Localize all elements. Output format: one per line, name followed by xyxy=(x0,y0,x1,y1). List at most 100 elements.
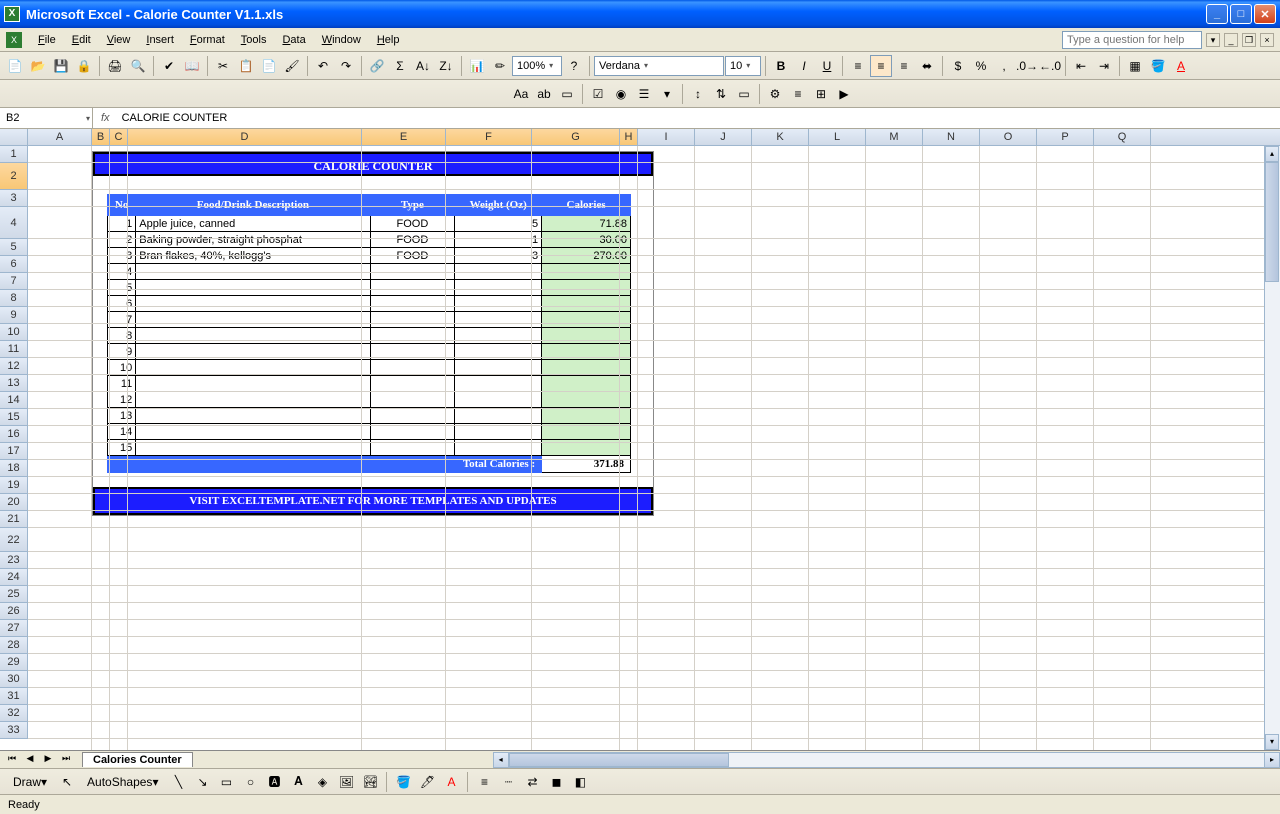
decrease-indent-icon[interactable]: ⇤ xyxy=(1070,55,1092,77)
line-color-icon[interactable]: 🖊 xyxy=(416,771,438,793)
fx-icon[interactable]: fx xyxy=(93,112,118,124)
italic-button[interactable]: I xyxy=(793,55,815,77)
menu-window[interactable]: Window xyxy=(314,31,369,49)
groupbox-icon[interactable]: ▭ xyxy=(556,83,578,105)
row-header-4[interactable]: 4 xyxy=(0,207,28,239)
scroll-right-button[interactable]: ▸ xyxy=(1264,752,1280,768)
table-row[interactable]: 2Baking powder, straight phosphatFOOD130… xyxy=(108,232,631,248)
col-header-K[interactable]: K xyxy=(752,129,809,145)
font-name-combo[interactable]: Verdana▾ xyxy=(594,56,724,76)
menu-format[interactable]: Format xyxy=(182,31,233,49)
rectangle-icon[interactable]: ▭ xyxy=(215,771,237,793)
col-header-H[interactable]: H xyxy=(620,129,638,145)
increase-indent-icon[interactable]: ⇥ xyxy=(1093,55,1115,77)
tab-prev-button[interactable]: ◀ xyxy=(22,753,38,767)
row-header-30[interactable]: 30 xyxy=(0,671,28,688)
table-row[interactable]: 13 xyxy=(108,408,631,424)
button-icon[interactable]: ▭ xyxy=(733,83,755,105)
font-color-icon[interactable]: A xyxy=(1170,55,1192,77)
arrow-icon[interactable]: ↘ xyxy=(191,771,213,793)
row-header-2[interactable]: 2 xyxy=(0,163,28,190)
redo-icon[interactable]: ↷ xyxy=(335,55,357,77)
row-header-19[interactable]: 19 xyxy=(0,477,28,494)
col-header-A[interactable]: A xyxy=(28,129,92,145)
arrow-style-icon[interactable]: ⇄ xyxy=(521,771,543,793)
dash-style-icon[interactable]: ┈ xyxy=(497,771,519,793)
row-header-7[interactable]: 7 xyxy=(0,273,28,290)
col-header-M[interactable]: M xyxy=(866,129,923,145)
col-header-O[interactable]: O xyxy=(980,129,1037,145)
row-header-28[interactable]: 28 xyxy=(0,637,28,654)
scroll-left-button[interactable]: ◂ xyxy=(493,752,509,768)
align-center-icon[interactable]: ≡ xyxy=(870,55,892,77)
editbox-icon[interactable]: ab xyxy=(533,83,555,105)
menu-insert[interactable]: Insert xyxy=(138,31,182,49)
row-header-16[interactable]: 16 xyxy=(0,426,28,443)
maximize-button[interactable]: □ xyxy=(1230,4,1252,24)
open-icon[interactable]: 📂 xyxy=(27,55,49,77)
row-header-9[interactable]: 9 xyxy=(0,307,28,324)
table-row[interactable]: 7 xyxy=(108,312,631,328)
oval-icon[interactable]: ○ xyxy=(239,771,261,793)
table-row[interactable]: 5 xyxy=(108,280,631,296)
col-header-L[interactable]: L xyxy=(809,129,866,145)
underline-button[interactable]: U xyxy=(816,55,838,77)
menu-file[interactable]: File xyxy=(30,31,64,49)
drawing-icon[interactable]: ✏ xyxy=(489,55,511,77)
row-header-20[interactable]: 20 xyxy=(0,494,28,511)
row-header-31[interactable]: 31 xyxy=(0,688,28,705)
line-icon[interactable]: ╲ xyxy=(167,771,189,793)
row-header-14[interactable]: 14 xyxy=(0,392,28,409)
help-dropdown[interactable]: ▾ xyxy=(1206,33,1220,47)
row-header-6[interactable]: 6 xyxy=(0,256,28,273)
table-row[interactable]: 6 xyxy=(108,296,631,312)
row-header-25[interactable]: 25 xyxy=(0,586,28,603)
diagram-icon[interactable]: ◈ xyxy=(311,771,333,793)
col-header-C[interactable]: C xyxy=(110,129,128,145)
tab-last-button[interactable]: ⏭ xyxy=(58,753,74,767)
run-dialog-icon[interactable]: ▶ xyxy=(833,83,855,105)
align-right-icon[interactable]: ≡ xyxy=(893,55,915,77)
row-header-5[interactable]: 5 xyxy=(0,239,28,256)
row-header-24[interactable]: 24 xyxy=(0,569,28,586)
row-header-8[interactable]: 8 xyxy=(0,290,28,307)
merge-center-icon[interactable]: ⬌ xyxy=(916,55,938,77)
currency-icon[interactable]: $ xyxy=(947,55,969,77)
row-header-1[interactable]: 1 xyxy=(0,146,28,163)
properties-icon[interactable]: ⚙ xyxy=(764,83,786,105)
row-header-21[interactable]: 21 xyxy=(0,511,28,528)
row-header-10[interactable]: 10 xyxy=(0,324,28,341)
table-row[interactable]: 11 xyxy=(108,376,631,392)
select-all-corner[interactable] xyxy=(0,129,28,145)
col-header-D[interactable]: D xyxy=(128,129,362,145)
table-row[interactable]: 12 xyxy=(108,392,631,408)
paste-icon[interactable]: 📄 xyxy=(258,55,280,77)
decrease-decimal-icon[interactable]: ←.0 xyxy=(1039,55,1061,77)
save-icon[interactable]: 💾 xyxy=(50,55,72,77)
spelling-icon[interactable]: ✔ xyxy=(158,55,180,77)
row-header-27[interactable]: 27 xyxy=(0,620,28,637)
col-header-N[interactable]: N xyxy=(923,129,980,145)
label-icon[interactable]: Aa xyxy=(510,83,532,105)
menu-help[interactable]: Help xyxy=(369,31,408,49)
row-header-12[interactable]: 12 xyxy=(0,358,28,375)
increase-decimal-icon[interactable]: .0→ xyxy=(1016,55,1038,77)
col-header-B[interactable]: B xyxy=(92,129,110,145)
row-header-29[interactable]: 29 xyxy=(0,654,28,671)
align-left-icon[interactable]: ≡ xyxy=(847,55,869,77)
row-header-11[interactable]: 11 xyxy=(0,341,28,358)
scroll-thumb-vertical[interactable] xyxy=(1265,162,1279,282)
horizontal-scrollbar[interactable]: ◂ ▸ xyxy=(493,752,1280,768)
help-search-input[interactable] xyxy=(1062,31,1202,49)
col-header-E[interactable]: E xyxy=(362,129,446,145)
font-size-combo[interactable]: 10▾ xyxy=(725,56,761,76)
scroll-up-button[interactable]: ▴ xyxy=(1265,146,1279,162)
print-icon[interactable]: 🖨 xyxy=(104,55,126,77)
menu-data[interactable]: Data xyxy=(274,31,313,49)
row-header-32[interactable]: 32 xyxy=(0,705,28,722)
font-color-draw-icon[interactable]: A xyxy=(440,771,462,793)
clipart-icon[interactable]: 🖼 xyxy=(335,771,357,793)
scrollbar-icon[interactable]: ↕ xyxy=(687,83,709,105)
new-icon[interactable]: 📄 xyxy=(4,55,26,77)
col-header-I[interactable]: I xyxy=(638,129,695,145)
